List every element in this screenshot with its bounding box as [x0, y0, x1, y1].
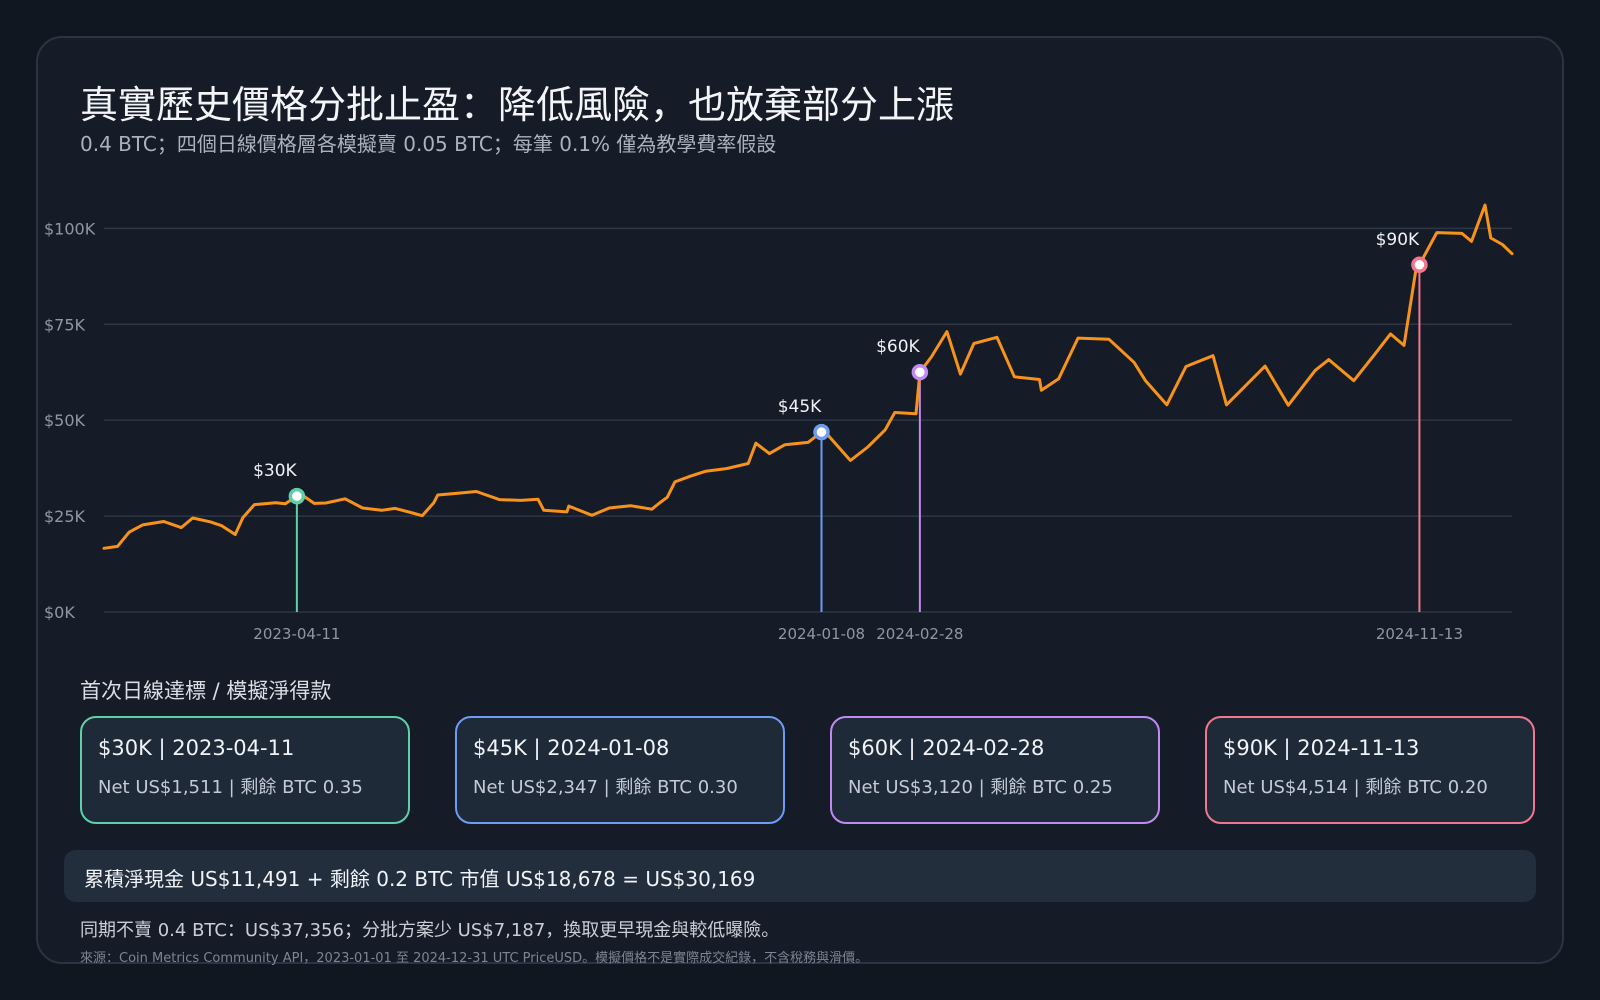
milestone-card-90k: $90K | 2024-11-13 Net US$4,514 | 剩餘 BTC …: [1205, 716, 1535, 824]
y-axis-ticks: $0K $25K $50K $75K $100K: [44, 219, 96, 622]
milestone-card-45k: $45K | 2024-01-08 Net US$2,347 | 剩餘 BTC …: [455, 716, 785, 824]
source-note: 來源：Coin Metrics Community API，2023-01-01…: [80, 951, 869, 966]
comparison-note: 同期不賣 0.4 BTC：US$37,356；分批方案少 US$7,187，換取…: [80, 920, 780, 941]
milestone-card-60k: $60K | 2024-02-28 Net US$3,120 | 剩餘 BTC …: [830, 716, 1160, 824]
x-tick-label: 2023-04-11: [253, 625, 340, 643]
milestone-heading: $90K | 2024-11-13: [1223, 736, 1420, 760]
tier-marker: [813, 423, 830, 441]
tier-marker-label: $90K: [1376, 230, 1420, 250]
x-tick-label: 2024-01-08: [778, 625, 865, 643]
tier-marker: [1411, 256, 1428, 274]
tier-marker: [288, 487, 306, 505]
milestone-card-30k: $30K | 2023-04-11 Net US$1,511 | 剩餘 BTC …: [80, 716, 410, 824]
milestone-detail: Net US$2,347 | 剩餘 BTC 0.30: [473, 777, 738, 798]
y-tick-label: $50K: [44, 411, 86, 430]
milestone-detail: Net US$1,511 | 剩餘 BTC 0.35: [98, 777, 363, 798]
grid-lines: [104, 227, 1512, 613]
tier-marker: [911, 363, 929, 381]
tier-markers: $30K $45K $60K $90K: [253, 230, 1428, 505]
x-tick-label: 2024-02-28: [876, 625, 963, 643]
y-tick-label: $25K: [44, 507, 86, 526]
summary-text: 累積淨現金 US$11,491 + 剩餘 0.2 BTC 市值 US$18,67…: [84, 867, 756, 891]
tier-stems: [295, 264, 1421, 612]
price-series: [102, 203, 1514, 550]
milestone-heading: $45K | 2024-01-08: [473, 736, 670, 760]
y-tick-label: $75K: [44, 315, 86, 334]
milestone-detail: Net US$4,514 | 剩餘 BTC 0.20: [1223, 777, 1488, 798]
milestone-heading: $30K | 2023-04-11: [98, 736, 295, 760]
summary-bar: 累積淨現金 US$11,491 + 剩餘 0.2 BTC 市值 US$18,67…: [64, 850, 1536, 902]
x-tick-label: 2024-11-13: [1376, 625, 1463, 643]
tier-marker-label: $45K: [778, 397, 822, 417]
tier-marker-label: $60K: [876, 337, 920, 357]
x-axis-ticks: 2023-04-11 2024-01-08 2024-02-28 2024-11-13: [253, 625, 1463, 643]
milestones-title: 首次日線達標 / 模擬淨得款: [80, 679, 332, 703]
milestone-detail: Net US$3,120 | 剩餘 BTC 0.25: [848, 777, 1113, 798]
y-tick-label: $0K: [44, 603, 75, 622]
milestone-heading: $60K | 2024-02-28: [848, 736, 1045, 760]
tier-marker-label: $30K: [253, 461, 297, 481]
btc-price-line: [102, 203, 1514, 550]
y-tick-label: $100K: [44, 219, 96, 238]
